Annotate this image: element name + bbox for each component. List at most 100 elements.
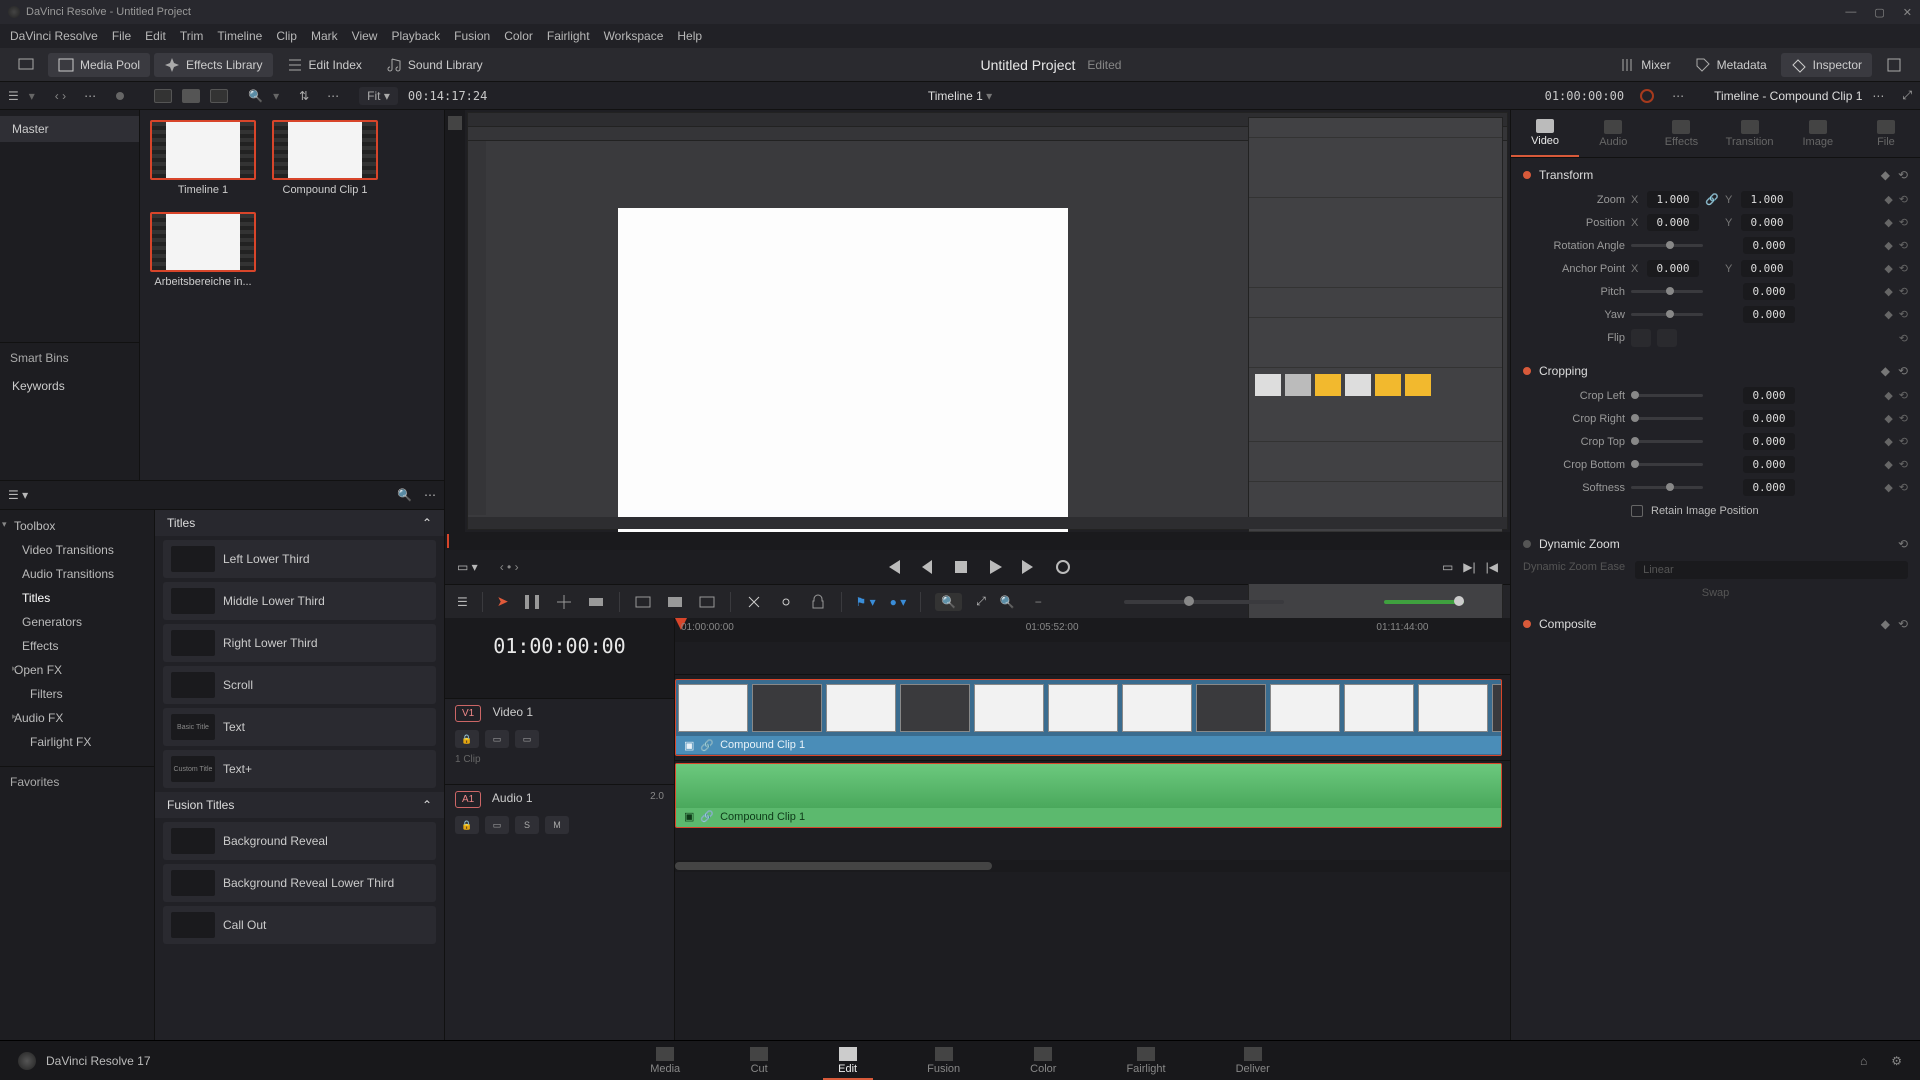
expand-inspector-button[interactable]: ⤢ bbox=[1902, 88, 1912, 103]
insert-button[interactable] bbox=[634, 593, 652, 611]
fx-favorites[interactable]: Favorites bbox=[0, 766, 154, 797]
volume-slider[interactable] bbox=[1384, 600, 1464, 604]
insp-tab-audio[interactable]: Audio bbox=[1579, 110, 1647, 157]
fx-node-toolbox[interactable]: Toolbox bbox=[0, 514, 154, 538]
menu-clip[interactable]: Clip bbox=[276, 29, 297, 43]
ease-select[interactable]: Linear bbox=[1635, 561, 1908, 579]
fx-item[interactable]: Left Lower Third bbox=[163, 540, 436, 578]
track-badge[interactable]: A1 bbox=[455, 791, 481, 808]
video-clip[interactable]: ▣🔗Compound Clip 1 bbox=[675, 679, 1502, 756]
fx-section-titles[interactable]: Titles⌃ bbox=[155, 510, 444, 536]
dynamic-trim-tool[interactable] bbox=[555, 593, 573, 611]
fx-node-titles[interactable]: Titles bbox=[0, 586, 154, 610]
solo-button[interactable]: S bbox=[515, 816, 539, 834]
fx-node-generators[interactable]: Generators bbox=[0, 610, 154, 634]
effects-library-button[interactable]: Effects Library bbox=[154, 53, 272, 77]
menu-color[interactable]: Color bbox=[504, 29, 533, 43]
fx-item[interactable]: Basic TitleText bbox=[163, 708, 436, 746]
lock-track-button[interactable]: 🔒 bbox=[455, 816, 479, 834]
section-cropping[interactable]: Cropping◆⟲ bbox=[1511, 358, 1920, 384]
yaw-slider[interactable] bbox=[1631, 313, 1703, 316]
fx-node-video-transitions[interactable]: Video Transitions bbox=[0, 538, 154, 562]
menu-edit[interactable]: Edit bbox=[145, 29, 166, 43]
zoom-to-fit-button[interactable]: ⤢ bbox=[976, 594, 986, 609]
search-timeline-button[interactable]: 🔍 bbox=[935, 593, 962, 611]
loop-button[interactable] bbox=[1054, 558, 1072, 576]
menu-playback[interactable]: Playback bbox=[391, 29, 440, 43]
viewer-scrubber[interactable] bbox=[445, 532, 1510, 550]
crop-top-field[interactable]: 0.000 bbox=[1743, 433, 1795, 450]
blade-all-button[interactable] bbox=[745, 593, 763, 611]
fx-node-effects[interactable]: Effects bbox=[0, 634, 154, 658]
page-deliver[interactable]: Deliver bbox=[1236, 1047, 1270, 1075]
single-viewer-button[interactable]: ▭ bbox=[1442, 560, 1453, 574]
menu-fairlight[interactable]: Fairlight bbox=[547, 29, 590, 43]
crop-right-field[interactable]: 0.000 bbox=[1743, 410, 1795, 427]
sound-library-button[interactable]: Sound Library bbox=[376, 53, 493, 77]
bin-master[interactable]: Master bbox=[0, 116, 139, 142]
prev-edit-button[interactable]: |◀ bbox=[1486, 560, 1498, 574]
fx-item[interactable]: Background Reveal Lower Third bbox=[163, 864, 436, 902]
fx-node-audio-transitions[interactable]: Audio Transitions bbox=[0, 562, 154, 586]
menu-timeline[interactable]: Timeline bbox=[217, 29, 262, 43]
jump-start-button[interactable] bbox=[884, 558, 902, 576]
crop-top-slider[interactable] bbox=[1631, 440, 1703, 443]
inspector-button[interactable]: Inspector bbox=[1781, 53, 1872, 77]
thumbnail-list-button[interactable] bbox=[210, 89, 228, 103]
audio-clip[interactable]: ▣🔗Compound Clip 1 bbox=[675, 763, 1502, 828]
clip-card[interactable]: Timeline 1 bbox=[150, 120, 256, 196]
trim-tool[interactable] bbox=[523, 593, 541, 611]
yaw-field[interactable]: 0.000 bbox=[1743, 306, 1795, 323]
fx-panel-button[interactable]: ☰ ▾ bbox=[8, 488, 28, 502]
video-track[interactable]: ▣🔗Compound Clip 1 bbox=[675, 674, 1510, 760]
audio-track[interactable]: ▣🔗Compound Clip 1 bbox=[675, 760, 1510, 830]
retain-checkbox[interactable] bbox=[1631, 505, 1643, 517]
section-dynamic-zoom[interactable]: Dynamic Zoom⟲ bbox=[1511, 531, 1920, 557]
menu-davinci[interactable]: DaVinci Resolve bbox=[10, 29, 98, 43]
sort-icon[interactable]: ⇅ bbox=[299, 89, 309, 103]
lock-button[interactable] bbox=[809, 593, 827, 611]
crop-bottom-field[interactable]: 0.000 bbox=[1743, 456, 1795, 473]
lock-track-button[interactable]: 🔒 bbox=[455, 730, 479, 748]
pitch-slider[interactable] bbox=[1631, 290, 1703, 293]
timeline-scrollbar[interactable] bbox=[675, 860, 1510, 872]
page-fusion[interactable]: Fusion bbox=[927, 1047, 960, 1075]
marker-button[interactable]: ● ▾ bbox=[890, 595, 907, 609]
fx-item[interactable]: Call Out bbox=[163, 906, 436, 944]
viewer-zoom-select[interactable]: Fit ▾ bbox=[359, 87, 398, 105]
mute-button[interactable]: M bbox=[545, 816, 569, 834]
section-composite[interactable]: Composite◆⟲ bbox=[1511, 611, 1920, 637]
fx-node-openfx[interactable]: Open FX bbox=[0, 658, 154, 682]
zoom-y-field[interactable]: 1.000 bbox=[1741, 191, 1793, 208]
menu-view[interactable]: View bbox=[352, 29, 378, 43]
selection-tool[interactable]: ➤ bbox=[497, 593, 509, 610]
fx-item[interactable]: Custom TitleText+ bbox=[163, 750, 436, 788]
settings-icon[interactable]: ⚙ bbox=[1891, 1054, 1902, 1068]
crop-bottom-slider[interactable] bbox=[1631, 463, 1703, 466]
arm-track-button[interactable]: ▭ bbox=[485, 816, 509, 834]
match-frame-button[interactable]: ‹ • › bbox=[500, 560, 519, 574]
rotation-slider[interactable] bbox=[1631, 244, 1703, 247]
track-badge[interactable]: V1 bbox=[455, 705, 481, 722]
home-icon[interactable]: ⌂ bbox=[1860, 1054, 1867, 1068]
anchor-x-field[interactable]: 0.000 bbox=[1647, 260, 1699, 277]
close-icon[interactable]: ✕ bbox=[1903, 6, 1912, 19]
bypass-icon[interactable] bbox=[1640, 89, 1654, 103]
crop-left-field[interactable]: 0.000 bbox=[1743, 387, 1795, 404]
replace-button[interactable] bbox=[698, 593, 716, 611]
bin-view-button[interactable]: ☰ bbox=[8, 89, 19, 103]
fx-node-fairlightfx[interactable]: Fairlight FX bbox=[0, 730, 154, 754]
audio-track-header[interactable]: A1 Audio 1 2.0 🔒▭SM bbox=[445, 784, 674, 854]
fx-item[interactable]: Middle Lower Third bbox=[163, 582, 436, 620]
media-pool-button[interactable]: Media Pool bbox=[48, 53, 150, 77]
clip-thumbnail[interactable] bbox=[272, 120, 378, 180]
pos-x-field[interactable]: 0.000 bbox=[1647, 214, 1699, 231]
timeline-ruler[interactable]: 01:00:00:00 01:05:52:00 01:11:44:00 bbox=[675, 618, 1510, 642]
pitch-field[interactable]: 0.000 bbox=[1743, 283, 1795, 300]
metadata-button[interactable]: Metadata bbox=[1685, 53, 1777, 77]
crop-right-slider[interactable] bbox=[1631, 417, 1703, 420]
auto-select-button[interactable]: ▭ bbox=[485, 730, 509, 748]
pos-y-field[interactable]: 0.000 bbox=[1741, 214, 1793, 231]
menu-fusion[interactable]: Fusion bbox=[454, 29, 490, 43]
fx-node-audiofx[interactable]: Audio FX bbox=[0, 706, 154, 730]
